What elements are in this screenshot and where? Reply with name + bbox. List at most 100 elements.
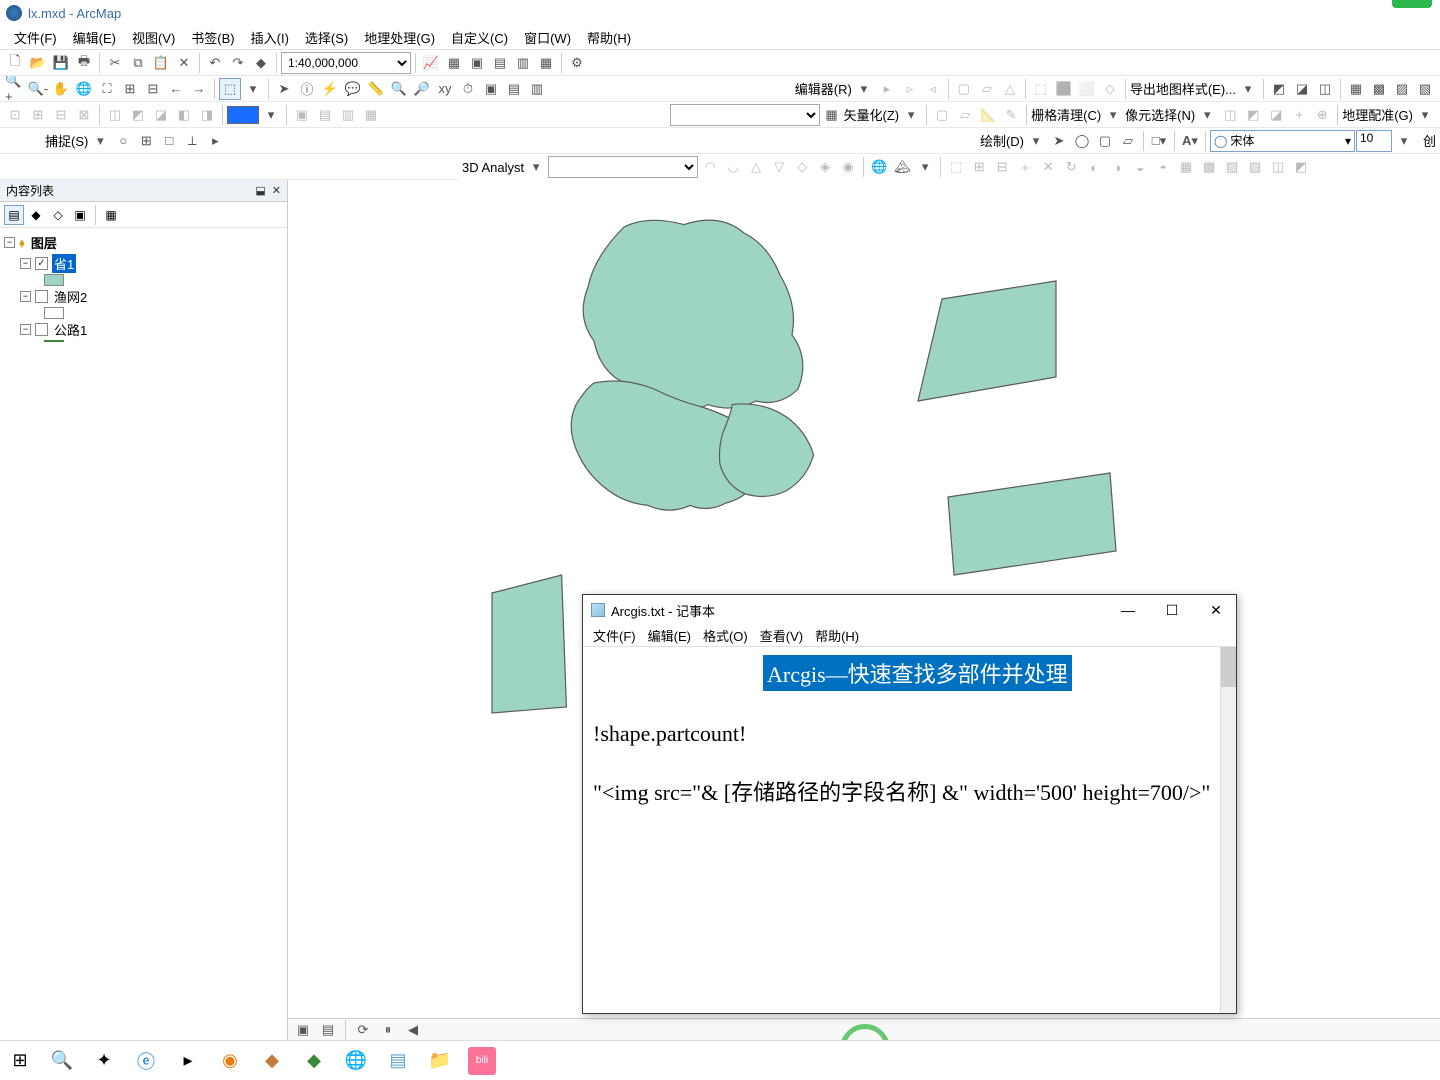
taskbar-bilibili-icon[interactable]: bili bbox=[468, 1047, 496, 1075]
tool-misc5-icon[interactable]: ▩ bbox=[1368, 78, 1390, 100]
notepad-maximize-icon[interactable]: ☐ bbox=[1160, 602, 1184, 619]
tree-toggle-root[interactable]: − bbox=[4, 237, 15, 248]
select-tool-icon[interactable]: ⬚ bbox=[219, 78, 241, 100]
add-data-icon[interactable]: ◆ bbox=[250, 52, 272, 74]
tool-misc1-icon[interactable]: ◩ bbox=[1268, 78, 1290, 100]
menu-edit[interactable]: 编辑(E) bbox=[65, 26, 124, 49]
pixel-select-label[interactable]: 像元选择(N) bbox=[1125, 105, 1195, 124]
layer-symbol-2[interactable] bbox=[44, 307, 64, 319]
georeference-dropdown-icon[interactable]: ▾ bbox=[1414, 104, 1436, 126]
new-doc-icon[interactable]: 🗋 bbox=[4, 52, 26, 74]
np-menu-edit[interactable]: 编辑(E) bbox=[642, 626, 697, 645]
toolbox-icon[interactable]: ▣ bbox=[466, 52, 488, 74]
tree-checkbox-1[interactable] bbox=[35, 257, 48, 270]
data-view-icon[interactable]: ▣ bbox=[292, 1019, 314, 1041]
taskbar-copilot-icon[interactable]: ✦ bbox=[90, 1047, 118, 1075]
scroll-left-icon[interactable]: ◀ bbox=[402, 1019, 424, 1041]
snap-label[interactable]: 捕捉(S) bbox=[45, 131, 88, 150]
menu-bookmarks[interactable]: 书签(B) bbox=[183, 26, 242, 49]
tree-root-label[interactable]: 图层 bbox=[29, 233, 59, 252]
taskbar-box1-icon[interactable]: ◆ bbox=[258, 1047, 286, 1075]
tree-toggle-2[interactable]: − bbox=[20, 291, 31, 302]
a3d-misc-icon[interactable]: ▾ bbox=[914, 156, 936, 178]
draw-rect-icon[interactable]: □▾ bbox=[1148, 130, 1170, 152]
layout-view-icon[interactable]: ▤ bbox=[317, 1019, 339, 1041]
tree-checkbox-3[interactable] bbox=[35, 323, 48, 336]
menu-select[interactable]: 选择(S) bbox=[297, 26, 356, 49]
find-icon[interactable]: 🔍 bbox=[388, 78, 410, 100]
editor-label[interactable]: 编辑器(R) bbox=[795, 79, 852, 98]
tool-misc4-icon[interactable]: ▦ bbox=[1345, 78, 1367, 100]
redo-icon[interactable]: ↷ bbox=[227, 52, 249, 74]
undo-icon[interactable]: ↶ bbox=[204, 52, 226, 74]
paste-icon[interactable]: 📋 bbox=[150, 52, 172, 74]
tree-toggle-1[interactable]: − bbox=[20, 258, 31, 269]
model-icon[interactable]: ▥ bbox=[512, 52, 534, 74]
export-style-label[interactable]: 导出地图样式(E)... bbox=[1130, 79, 1236, 98]
toc-list-visibility-icon[interactable]: ◇ bbox=[48, 205, 68, 225]
snap-end-icon[interactable]: ⟂ bbox=[181, 130, 203, 152]
color-dropdown-icon[interactable]: ▾ bbox=[260, 104, 282, 126]
taskbar-blender-icon[interactable]: ◉ bbox=[216, 1047, 244, 1075]
notepad-scroll-thumb[interactable] bbox=[1221, 647, 1236, 687]
tree-label-2[interactable]: 渔网2 bbox=[52, 287, 89, 306]
draw-label[interactable]: 绘制(D) bbox=[980, 131, 1024, 150]
draw-shape3-icon[interactable]: ▱ bbox=[1117, 130, 1139, 152]
np-menu-help[interactable]: 帮助(H) bbox=[809, 626, 865, 645]
layer-symbol-1[interactable] bbox=[44, 274, 64, 286]
menu-geoprocessing[interactable]: 地理处理(G) bbox=[356, 26, 443, 49]
draw-text-icon[interactable]: A▾ bbox=[1179, 130, 1201, 152]
chart-icon[interactable]: 📈 bbox=[420, 52, 442, 74]
analyst-3d-label[interactable]: 3D Analyst bbox=[462, 160, 524, 175]
notepad-minimize-icon[interactable]: — bbox=[1116, 602, 1140, 619]
taskbar-search-icon[interactable]: 🔍 bbox=[48, 1047, 76, 1075]
notepad-title-bar[interactable]: Arcgis.txt - 记事本 — ☐ ✕ bbox=[583, 595, 1236, 625]
draw-dropdown-icon[interactable]: ▾ bbox=[1025, 130, 1047, 152]
refresh-icon[interactable]: ⟳ bbox=[352, 1019, 374, 1041]
snap-circle-icon[interactable]: ○ bbox=[112, 130, 134, 152]
toc-list-selection-icon[interactable]: ▣ bbox=[70, 205, 90, 225]
tree-label-3[interactable]: 公路1 bbox=[52, 320, 89, 339]
zoom-out-icon[interactable]: 🔍- bbox=[27, 78, 49, 100]
tool-misc6-icon[interactable]: ▨ bbox=[1391, 78, 1413, 100]
draw-pointer-icon[interactable]: ➤ bbox=[1048, 130, 1070, 152]
table-icon[interactable]: ▦ bbox=[535, 52, 557, 74]
np-menu-format[interactable]: 格式(O) bbox=[697, 626, 754, 645]
html-popup-icon[interactable]: 💬 bbox=[342, 78, 364, 100]
pause-icon[interactable]: ⏸ bbox=[377, 1019, 399, 1041]
zoom-in-icon[interactable]: 🔍+ bbox=[4, 78, 26, 100]
fixed-zoom-out-icon[interactable]: ⊟ bbox=[142, 78, 164, 100]
np-menu-view[interactable]: 查看(V) bbox=[754, 626, 809, 645]
draw-shape2-icon[interactable]: ▢ bbox=[1094, 130, 1116, 152]
viewer-icon[interactable]: ▣ bbox=[480, 78, 502, 100]
a3d-scene-icon[interactable]: 🏔 bbox=[891, 156, 913, 178]
tool-misc7-icon[interactable]: ▧ bbox=[1414, 78, 1436, 100]
find-route-icon[interactable]: 🔎 bbox=[411, 78, 433, 100]
tree-checkbox-2[interactable] bbox=[35, 290, 48, 303]
editor-dropdown-icon[interactable]: ▾ bbox=[853, 78, 875, 100]
tree-layer-2[interactable]: − 渔网2 bbox=[4, 286, 283, 307]
toc-options-icon[interactable]: ▦ bbox=[101, 205, 121, 225]
toc-list-source-icon[interactable]: ◆ bbox=[26, 205, 46, 225]
create-right-label[interactable]: 创 bbox=[1423, 131, 1436, 150]
full-extent-icon[interactable]: ⛶ bbox=[96, 78, 118, 100]
vectorize-layer-dropdown[interactable] bbox=[670, 104, 820, 126]
scale-dropdown[interactable]: 1:40,000,000 bbox=[281, 52, 411, 74]
copy-icon[interactable]: ⧉ bbox=[127, 52, 149, 74]
analyst-3d-dropdown-icon[interactable]: ▾ bbox=[525, 156, 547, 178]
export-dropdown-icon[interactable]: ▾ bbox=[1237, 78, 1259, 100]
snap-more-icon[interactable]: ▸ bbox=[204, 130, 226, 152]
tool-misc3-icon[interactable]: ◫ bbox=[1314, 78, 1336, 100]
taskbar-explorer-icon[interactable]: 📁 bbox=[426, 1047, 454, 1075]
tree-layer-3[interactable]: − 公路1 bbox=[4, 319, 283, 340]
viewer2-icon[interactable]: ▤ bbox=[503, 78, 525, 100]
menu-window[interactable]: 窗口(W) bbox=[516, 26, 579, 49]
identify-icon[interactable]: ⓘ bbox=[296, 78, 318, 100]
taskbar-arrow-icon[interactable]: ▸ bbox=[174, 1047, 202, 1075]
save-icon[interactable]: 💾 bbox=[50, 52, 72, 74]
cut-icon[interactable]: ✂ bbox=[104, 52, 126, 74]
menu-custom[interactable]: 自定义(C) bbox=[443, 26, 516, 49]
snap-dropdown-icon[interactable]: ▾ bbox=[89, 130, 111, 152]
viewer3-icon[interactable]: ▥ bbox=[526, 78, 548, 100]
pan-icon[interactable]: ✋ bbox=[50, 78, 72, 100]
